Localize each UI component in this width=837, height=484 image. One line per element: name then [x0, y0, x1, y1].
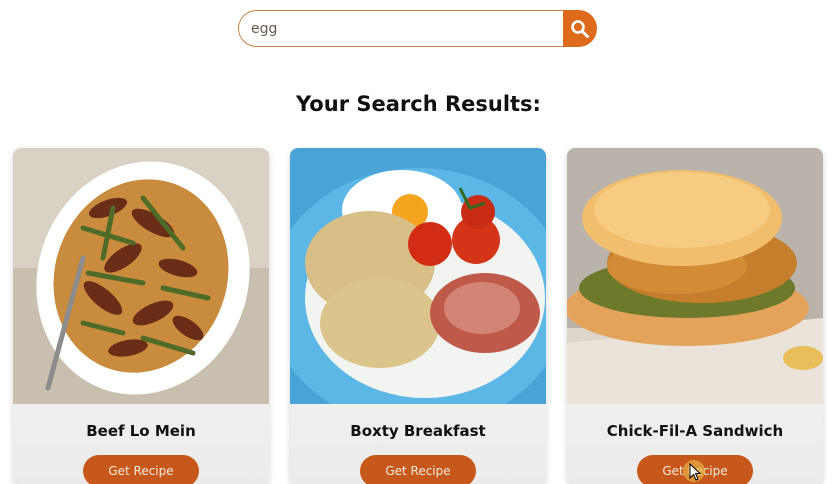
- results-title: Your Search Results:: [296, 92, 541, 116]
- search-bar: [238, 10, 597, 47]
- recipe-image: [290, 148, 546, 404]
- recipe-card: Beef Lo Mein Get Recipe: [13, 148, 269, 484]
- recipe-title: Beef Lo Mein: [86, 422, 196, 440]
- mouse-pointer-icon: [689, 463, 702, 481]
- search-button[interactable]: [563, 10, 597, 47]
- search-icon: [571, 19, 589, 38]
- search-input[interactable]: [238, 10, 563, 47]
- recipe-image: [13, 148, 269, 404]
- recipe-title: Boxty Breakfast: [350, 422, 486, 440]
- get-recipe-button[interactable]: Get Recipe: [360, 455, 476, 484]
- recipe-card: Chick-Fil-A Sandwich Get Recipe: [567, 148, 823, 484]
- get-recipe-button[interactable]: Get Recipe: [83, 455, 199, 484]
- recipe-card: Boxty Breakfast Get Recipe: [290, 148, 546, 484]
- recipe-image: [567, 148, 823, 404]
- recipe-title: Chick-Fil-A Sandwich: [606, 422, 784, 440]
